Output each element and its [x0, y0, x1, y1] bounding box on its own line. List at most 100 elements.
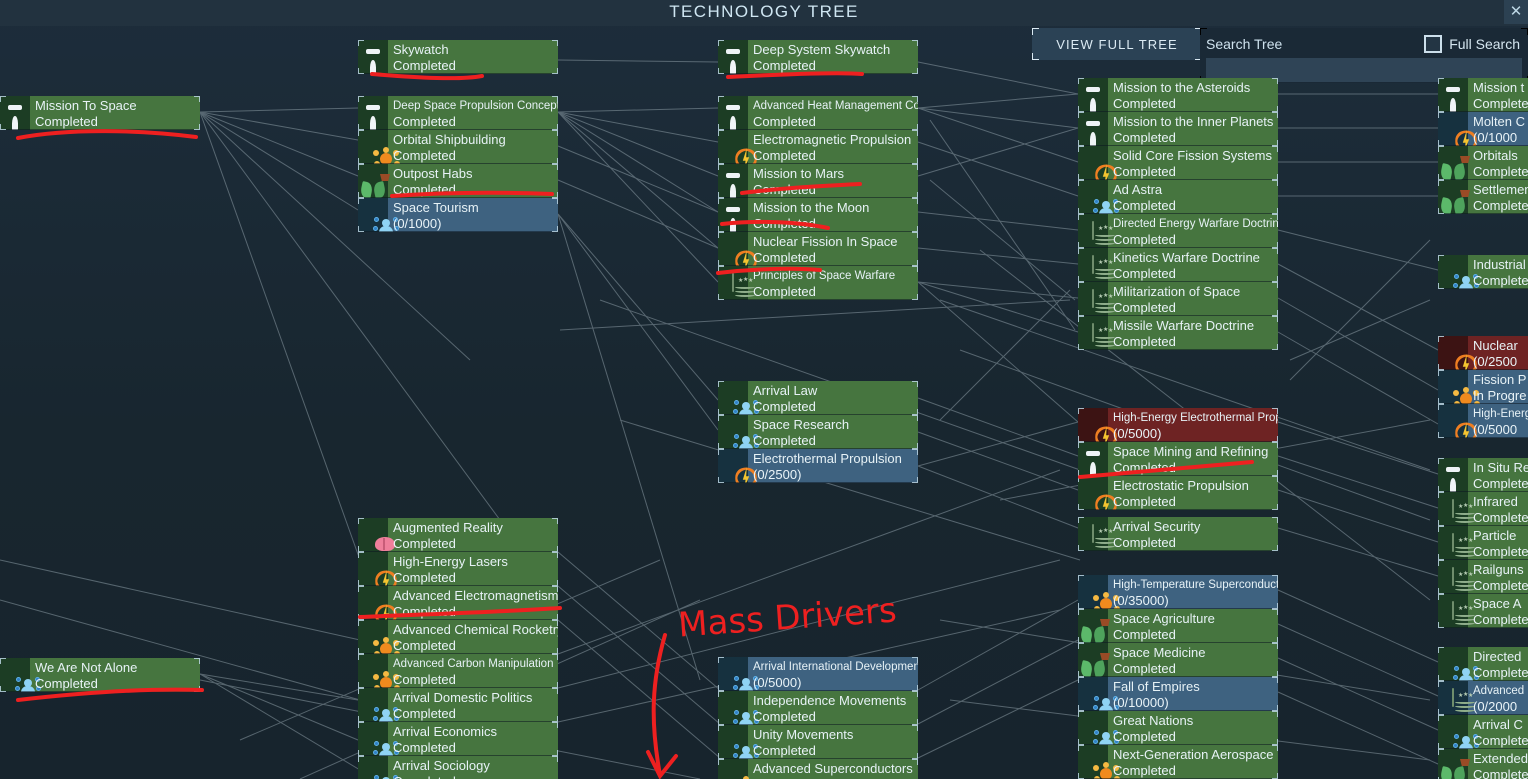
tech-node[interactable]: Mission to the Inner Planets Completed: [1078, 112, 1278, 146]
tech-node[interactable]: Nuclear (0/2500: [1438, 336, 1528, 370]
tech-node[interactable]: ★ ★ ★ Space A Complete: [1438, 594, 1528, 628]
node-corner-bracket: [1272, 504, 1278, 510]
tech-node[interactable]: ★ ★ ★ Missile Warfare Doctrine Completed: [1078, 316, 1278, 350]
tech-node[interactable]: Independence Movements Completed: [718, 691, 918, 725]
tech-node[interactable]: High-Temperature Superconductors (0/35000…: [1078, 575, 1278, 609]
tech-node[interactable]: Arrival Economics Completed: [358, 722, 558, 756]
tech-node[interactable]: ★ ★ ★ Infrared Complete: [1438, 492, 1528, 526]
tech-node-name: Extended: [1473, 750, 1528, 766]
tech-node[interactable]: High-Energy Electrothermal Propulsion(0/…: [1078, 408, 1278, 442]
view-full-tree-button[interactable]: VIEW FULL TREE: [1032, 28, 1202, 60]
tech-node-name: In Situ Re: [1473, 459, 1528, 475]
tech-node-status: Completed: [1113, 459, 1176, 475]
tech-node[interactable]: Mission To Space Completed: [0, 96, 200, 130]
tech-node[interactable]: Directed Complete: [1438, 647, 1528, 681]
node-corner-bracket: [552, 518, 558, 524]
tech-node[interactable]: Molten C (0/1000: [1438, 112, 1528, 146]
tech-node[interactable]: Fall of Empires (0/10000): [1078, 677, 1278, 711]
tech-node[interactable]: Mission to the Moon Completed: [718, 198, 918, 232]
node-corner-bracket: [1272, 442, 1278, 448]
tech-node[interactable]: Advanced Electromagnetism Completed: [358, 586, 558, 620]
tech-node[interactable]: Deep System Skywatch Completed: [718, 40, 918, 74]
node-corner-bracket: [194, 686, 200, 692]
tech-node[interactable]: Arrival SociologyCompleted: [358, 756, 558, 779]
tech-node[interactable]: Skywatch Completed: [358, 40, 558, 74]
tech-node[interactable]: Mission t Complete: [1438, 78, 1528, 112]
tech-node[interactable]: Electrostatic Propulsion Completed: [1078, 476, 1278, 510]
tech-node[interactable]: Space Mining and Refining Completed: [1078, 442, 1278, 476]
node-corner-bracket: [1272, 545, 1278, 551]
tech-node[interactable]: ★ ★ ★ Kinetics Warfare Doctrine Completed: [1078, 248, 1278, 282]
tech-node-body: Arrival Security Completed: [1108, 517, 1278, 551]
tech-group: Mission t Complete Molten C (0/1000 Orbitals…: [1438, 78, 1528, 214]
tech-node[interactable]: Electromagnetic Propulsion Completed: [718, 130, 918, 164]
tech-node[interactable]: Space Tourism (0/1000): [358, 198, 558, 232]
tech-node[interactable]: Space Research Completed: [718, 415, 918, 449]
tech-node[interactable]: Space Medicine Completed: [1078, 643, 1278, 677]
tech-node-name: Militarization of Space: [1113, 283, 1241, 299]
tech-node[interactable]: Advanced Chemical Rocketry Completed: [358, 620, 558, 654]
tech-node[interactable]: In Situ Re Complete: [1438, 458, 1528, 492]
node-corner-bracket: [912, 381, 918, 387]
node-corner-bracket: [718, 164, 724, 170]
node-corner-bracket: [1438, 622, 1444, 628]
tech-node[interactable]: Augmented Reality Completed: [358, 518, 558, 552]
tech-node[interactable]: Unity Movements Completed: [718, 725, 918, 759]
military-icon: ★ ★ ★: [1092, 524, 1115, 548]
tech-node[interactable]: Outpost Habs Completed: [358, 164, 558, 198]
tech-node[interactable]: High-Energy Lasers Completed: [358, 552, 558, 586]
tech-node-body: Orbital Shipbuilding Completed: [388, 130, 558, 164]
tech-node-status: Completed: [1113, 163, 1176, 179]
tech-node[interactable]: Arrival Law Completed: [718, 381, 918, 415]
tech-node[interactable]: Mission to the Asteroids Completed: [1078, 78, 1278, 112]
tech-node[interactable]: Mission to Mars Completed: [718, 164, 918, 198]
tech-node-status: (0/2500): [753, 466, 802, 482]
tech-node[interactable]: Arrival International Development (0/5000…: [718, 657, 918, 691]
tech-node-name: Arrival Law: [753, 382, 818, 398]
tech-node[interactable]: Advanced SuperconductorsCompleted: [718, 759, 918, 779]
close-icon[interactable]: ✕: [1504, 0, 1528, 24]
tech-node[interactable]: Orbital Shipbuilding Completed: [358, 130, 558, 164]
tech-node[interactable]: Arrival Domestic Politics Completed: [358, 688, 558, 722]
search-panel: Search Tree Full Search: [1200, 28, 1528, 83]
tech-node-name: High-Energ: [1473, 407, 1528, 420]
tech-node[interactable]: ★ ★ ★ Principles of Space Warfare Completed: [718, 266, 918, 300]
tech-node-status: Complete: [1473, 95, 1528, 111]
tech-node[interactable]: ★ ★ ★ Directed Energy Warfare Doctrine Compl…: [1078, 214, 1278, 248]
tech-node[interactable]: Ad Astra Completed: [1078, 180, 1278, 214]
node-corner-bracket: [718, 759, 724, 765]
tech-node[interactable]: Solid Core Fission Systems Completed: [1078, 146, 1278, 180]
node-corner-bracket: [1272, 248, 1278, 254]
tech-node[interactable]: Electrothermal Propulsion (0/2500): [718, 449, 918, 483]
node-corner-bracket: [912, 40, 918, 46]
node-corner-bracket: [1438, 208, 1444, 214]
tech-node[interactable]: ★ ★ ★ Militarization of Space Completed: [1078, 282, 1278, 316]
tech-node[interactable]: Arrival C Complete: [1438, 715, 1528, 749]
tech-node[interactable]: We Are Not Alone Completed: [0, 658, 200, 692]
node-corner-bracket: [358, 130, 364, 136]
tech-node[interactable]: ★ ★ ★ Advanced (0/2000: [1438, 681, 1528, 715]
tech-node-body: Mission to the Moon Completed: [748, 198, 918, 232]
tech-node[interactable]: High-Energ (0/5000: [1438, 404, 1528, 438]
tech-node[interactable]: ★ ★ ★ Particle Complete: [1438, 526, 1528, 560]
tech-node[interactable]: Space Agriculture Completed: [1078, 609, 1278, 643]
tech-node[interactable]: Advanced Heat Management ConceptsComplet…: [718, 96, 918, 130]
tech-node[interactable]: Extended Complete: [1438, 749, 1528, 779]
tech-node[interactable]: ★ ★ ★ Arrival Security Completed: [1078, 517, 1278, 551]
tech-node[interactable]: Nuclear Fission In Space Completed: [718, 232, 918, 266]
tech-node[interactable]: Settlemen Complete: [1438, 180, 1528, 214]
node-corner-bracket: [552, 722, 558, 728]
tech-node[interactable]: Great Nations Completed: [1078, 711, 1278, 745]
full-search-label: Full Search: [1449, 36, 1520, 52]
tech-node[interactable]: Orbitals Complete: [1438, 146, 1528, 180]
tech-node[interactable]: Deep Space Propulsion Concepts Completed: [358, 96, 558, 130]
tech-node[interactable]: Next-Generation Aerospace Completed: [1078, 745, 1278, 779]
full-search-checkbox[interactable]: [1424, 35, 1443, 53]
tech-node-name: Electromagnetic Propulsion: [753, 131, 912, 147]
tech-node[interactable]: Fission P In Progre: [1438, 370, 1528, 404]
tech-node[interactable]: Advanced Carbon Manipulation Completed: [358, 654, 558, 688]
tech-node-body: Electromagnetic Propulsion Completed: [748, 130, 918, 164]
tech-node[interactable]: Industrial Complete: [1438, 255, 1528, 289]
node-corner-bracket: [358, 552, 364, 558]
tech-node[interactable]: ★ ★ ★ Railguns Complete: [1438, 560, 1528, 594]
